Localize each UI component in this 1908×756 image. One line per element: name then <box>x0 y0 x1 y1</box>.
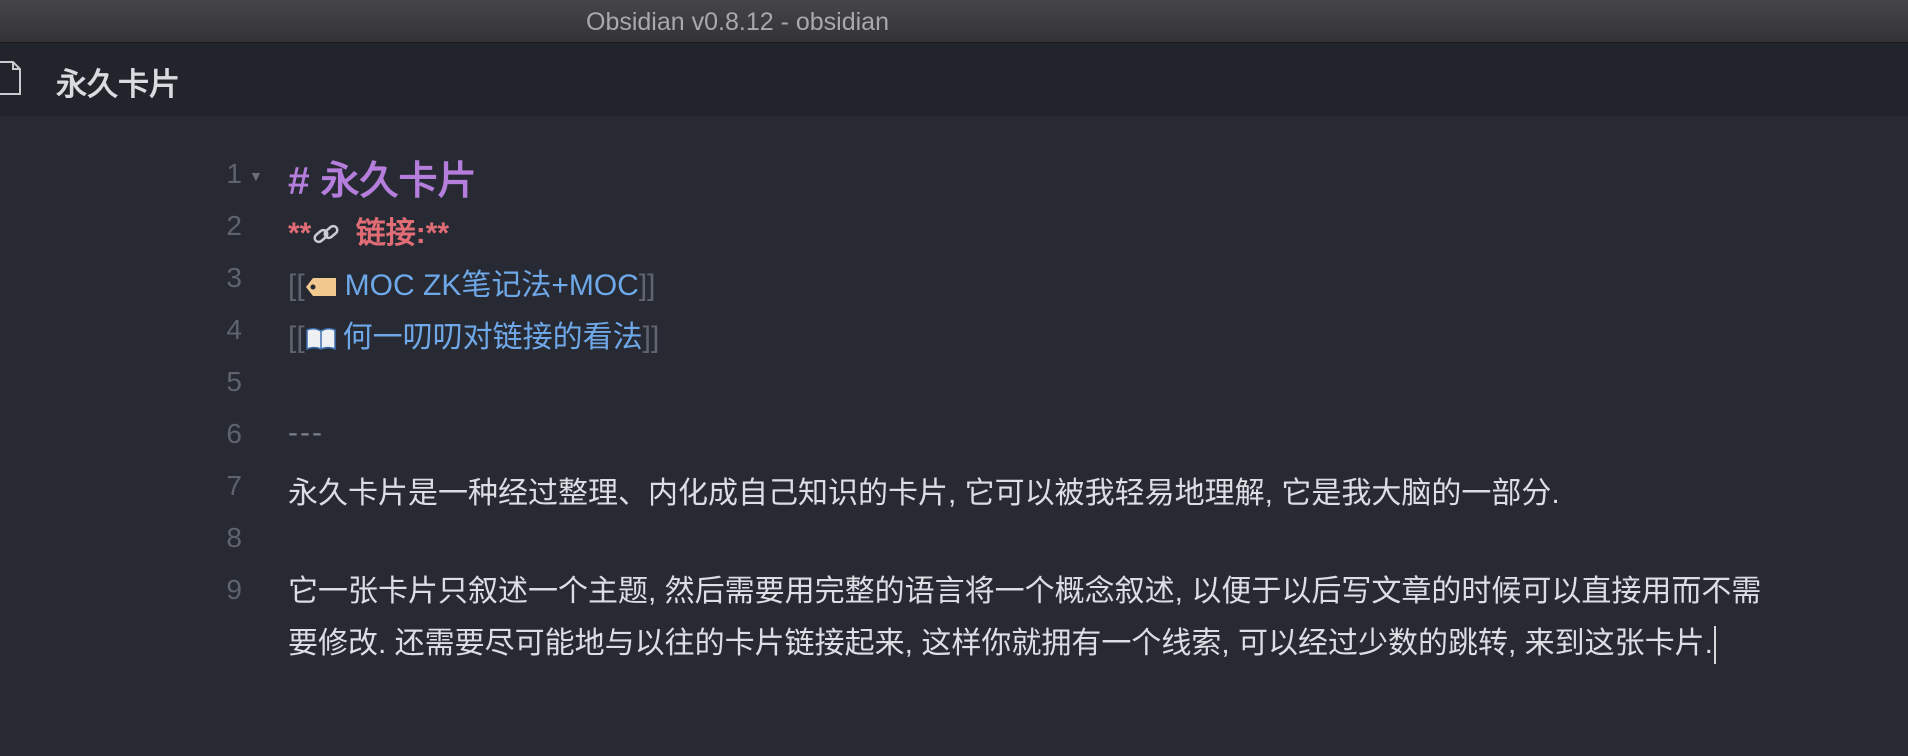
tab-header: 永久卡片 <box>0 43 1908 116</box>
wikilink-moc[interactable]: MOC ZK笔记法+MOC <box>345 269 639 302</box>
link-bracket-close: ]] <box>642 321 660 354</box>
editor-line[interactable]: 3 [[ MOC ZK笔记法+MOC]] <box>0 254 1908 306</box>
editor-pane[interactable]: 1 ▼ # 永久卡片 2 ** 链接:** 3 [[ MOC ZK笔记法+MOC… <box>0 116 1908 756</box>
link-bracket-close: ]] <box>638 269 656 302</box>
horizontal-rule-markup[interactable]: --- <box>288 416 324 450</box>
line-number: 8 <box>226 522 242 553</box>
heading-text[interactable]: # 永久卡片 <box>288 150 477 206</box>
editor-line[interactable]: 7 永久卡片是一种经过整理、内化成自己知识的卡片, 它可以被我轻易地理解, 它是… <box>0 462 1908 514</box>
file-icon <box>0 61 21 95</box>
bold-marker-open: ** <box>288 217 312 250</box>
note-title[interactable]: 永久卡片 <box>56 59 180 104</box>
line-number: 6 <box>226 418 242 449</box>
text-cursor <box>1714 626 1717 665</box>
wikilink-line[interactable]: [[ 何一叨叨对链接的看法]] <box>288 312 659 356</box>
editor-line[interactable]: 4 [[ 何一叨叨对链接的看法]] <box>0 306 1908 358</box>
line-number: 2 <box>226 210 242 241</box>
bold-marker-close: ** <box>425 217 450 250</box>
line-number: 9 <box>226 574 242 605</box>
paragraph-line-1: 它一张卡片只叙述一个主题, 然后需要用完整的语言将一个概念叙述, 以便于以后写文… <box>288 575 1762 608</box>
line-number: 5 <box>226 366 242 397</box>
paragraph-line-2-text: 要修改. 还需要尽可能地与以往的卡片链接起来, 这样你就拥有一个线索, 可以经过… <box>288 627 1714 660</box>
line-number: 4 <box>226 314 242 345</box>
editor-line[interactable]: 1 ▼ # 永久卡片 <box>0 150 1908 203</box>
line-number: 1 <box>226 158 242 189</box>
paragraph-line-2: 要修改. 还需要尽可能地与以往的卡片链接起来, 这样你就拥有一个线索, 可以经过… <box>288 618 1888 670</box>
link-icon <box>313 224 339 244</box>
editor-line[interactable]: 8 <box>0 514 1908 566</box>
bold-label-line[interactable]: ** 链接:** <box>288 208 449 252</box>
link-label: 链接: <box>347 217 426 250</box>
fold-chevron-icon[interactable]: ▼ <box>249 168 263 184</box>
paragraph-text[interactable]: 永久卡片是一种经过整理、内化成自己知识的卡片, 它可以被我轻易地理解, 它是我大… <box>288 468 1560 512</box>
line-number: 7 <box>226 470 242 501</box>
book-icon <box>305 328 336 351</box>
editor-line[interactable]: 2 ** 链接:** <box>0 202 1908 254</box>
editor-line[interactable]: 9 它一张卡片只叙述一个主题, 然后需要用完整的语言将一个概念叙述, 以便于以后… <box>0 566 1908 670</box>
editor-line[interactable]: 6 --- <box>0 410 1908 462</box>
window-titlebar[interactable]: Obsidian v0.8.12 - obsidian <box>0 0 1908 43</box>
paragraph-text[interactable]: 它一张卡片只叙述一个主题, 然后需要用完整的语言将一个概念叙述, 以便于以后写文… <box>288 566 1888 670</box>
wikilink-line[interactable]: [[ MOC ZK笔记法+MOC]] <box>288 260 656 304</box>
window-title: Obsidian v0.8.12 - obsidian <box>586 8 889 36</box>
editor-line[interactable]: 5 <box>0 358 1908 410</box>
link-bracket-open: [[ <box>288 269 305 302</box>
wikilink-article[interactable]: 何一叨叨对链接的看法 <box>343 321 643 354</box>
link-bracket-open: [[ <box>288 321 305 354</box>
tag-icon <box>305 278 336 297</box>
line-number: 3 <box>226 262 242 293</box>
